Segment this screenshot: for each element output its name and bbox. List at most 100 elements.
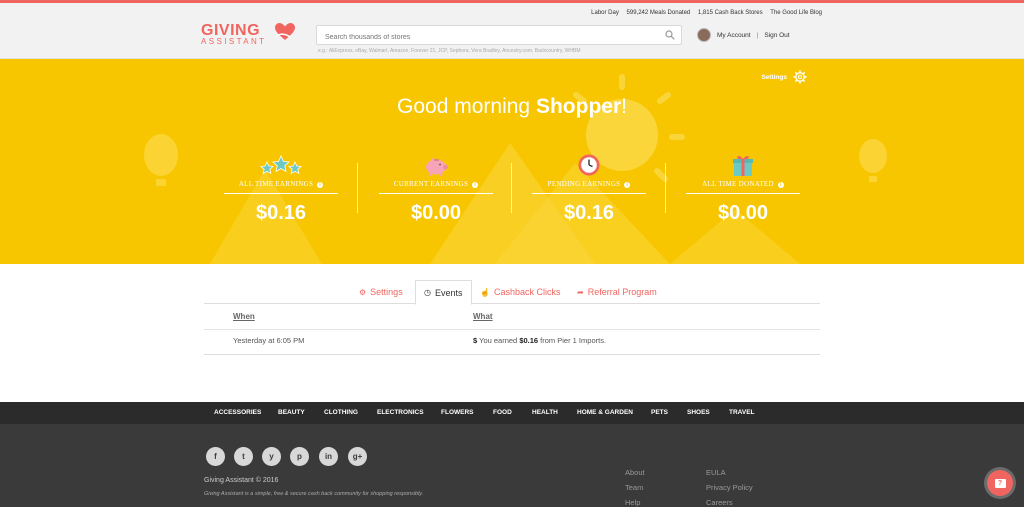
- tagline: Giving Assistant is a simple, free & sec…: [204, 491, 424, 497]
- dashboard-hero: Settings Good morning Shopper! ALL TIME …: [0, 59, 1024, 264]
- copyright: Giving Assistant © 2016: [204, 477, 279, 484]
- tab-settings[interactable]: ⚙ Settings: [359, 280, 403, 304]
- gear-icon: ⚙: [359, 287, 367, 297]
- tab-label: Referral Program: [587, 287, 657, 297]
- footer-link-help[interactable]: Help: [625, 498, 640, 507]
- category-electronics[interactable]: ELECTRONICS: [377, 409, 424, 416]
- linkedin-icon[interactable]: in: [319, 447, 338, 466]
- greeting-title: Good morning Shopper!: [0, 95, 1024, 119]
- hero-settings-label: Settings: [761, 73, 787, 81]
- tab-label: Events: [434, 287, 463, 298]
- footer-link-careers[interactable]: Careers: [706, 498, 733, 507]
- category-flowers[interactable]: FLOWERS: [441, 409, 474, 416]
- heart-icon: [275, 23, 295, 40]
- youtube-icon[interactable]: y: [262, 447, 281, 466]
- event-what-suffix: from Pier 1 Imports.: [538, 336, 607, 345]
- event-what-prefix: You earned: [479, 336, 520, 345]
- info-icon[interactable]: i: [317, 182, 324, 188]
- event-amount: $0.16: [519, 336, 539, 345]
- category-accessories[interactable]: ACCESSORIES: [214, 409, 261, 416]
- site-header: GIVING ASSISTANT Labor Day 599,242 Meals…: [0, 3, 1024, 59]
- greeting-name: Shopper: [535, 95, 622, 118]
- category-health[interactable]: HEALTH: [532, 409, 558, 416]
- stat-label: ALL TIME EARNINGS: [238, 180, 314, 188]
- help-icon: ?: [994, 478, 1006, 488]
- top-link-blog[interactable]: The Good Life Blog: [770, 10, 822, 16]
- dollar-icon: $: [473, 336, 478, 345]
- avatar[interactable]: [697, 28, 711, 42]
- info-icon[interactable]: i: [777, 182, 784, 188]
- event-what: $ You earned $0.16 from Pier 1 Imports.: [473, 336, 606, 345]
- events-bottom-divider: [204, 354, 820, 355]
- twitter-icon[interactable]: t: [234, 447, 253, 466]
- google-plus-icon[interactable]: g+: [348, 447, 367, 466]
- account-separator: |: [756, 31, 759, 39]
- clock-icon: ◷: [424, 288, 431, 297]
- footer-link-privacy-policy[interactable]: Privacy Policy: [706, 483, 753, 492]
- gear-icon: [793, 70, 807, 84]
- my-account-link[interactable]: My Account: [717, 32, 751, 39]
- stat-value: $0.16: [255, 202, 307, 224]
- stat-divider: [511, 163, 512, 213]
- account-tabs: ⚙ Settings ◷ Events ☝ Cashback Clicks ➦ …: [204, 280, 820, 305]
- info-icon[interactable]: i: [472, 182, 479, 188]
- store-search: [316, 25, 682, 47]
- greeting-suffix: !: [621, 95, 627, 118]
- stat-label: ALL TIME DONATED: [702, 180, 774, 188]
- share-icon: ➦: [577, 287, 584, 297]
- stat-divider: [665, 163, 666, 213]
- greeting-prefix: Good morning: [397, 95, 536, 118]
- tab-events[interactable]: ◷ Events: [415, 280, 472, 305]
- piggy-bank-icon: [426, 157, 448, 176]
- help-chat-button[interactable]: ?: [987, 470, 1013, 496]
- category-beauty[interactable]: BEAUTY: [278, 409, 305, 416]
- tab-cashback-clicks[interactable]: ☝ Cashback Clicks: [480, 280, 561, 304]
- stars-icon: [260, 155, 302, 175]
- category-pets[interactable]: PETS: [651, 409, 668, 416]
- events-col-what[interactable]: What: [473, 312, 493, 321]
- stat-all-time-donated: ALL TIME DONATED i $0.00: [686, 149, 800, 225]
- events-col-when[interactable]: When: [233, 312, 255, 321]
- stat-value: $0.16: [563, 202, 615, 224]
- search-hint: e.g.: AliExpress, eBay, Walmart, Amazon,…: [318, 48, 581, 54]
- hero-settings-link[interactable]: Settings: [761, 70, 807, 84]
- category-food[interactable]: FOOD: [493, 409, 512, 416]
- category-clothing[interactable]: CLOTHING: [324, 409, 358, 416]
- stat-label: CURRENT EARNINGS: [393, 180, 469, 188]
- category-nav: ACCESSORIES BEAUTY CLOTHING ELECTRONICS …: [0, 402, 1024, 424]
- top-links: Labor Day 599,242 Meals Donated 1,815 Ca…: [585, 10, 822, 16]
- tab-referral-program[interactable]: ➦ Referral Program: [577, 280, 657, 304]
- footer-link-about[interactable]: About: [625, 468, 645, 477]
- logo-text-assistant: ASSISTANT: [201, 37, 267, 46]
- account-area: My Account | Sign Out: [697, 28, 790, 42]
- footer-link-eula[interactable]: EULA: [706, 468, 726, 477]
- top-link-cash-back-stores[interactable]: 1,815 Cash Back Stores: [698, 10, 763, 16]
- stat-pending-earnings: PENDING EARNINGS i $0.16: [532, 149, 646, 225]
- stat-all-time-earnings: ALL TIME EARNINGS i $0.16: [224, 149, 338, 225]
- site-footer: f t y p in g+ Giving Assistant © 2016 Gi…: [0, 424, 1024, 507]
- info-icon[interactable]: i: [624, 182, 631, 188]
- footer-link-team[interactable]: Team: [625, 483, 643, 492]
- hero-background-illustration: [144, 74, 887, 264]
- giving-assistant-logo[interactable]: GIVING ASSISTANT: [201, 22, 295, 46]
- sign-out-link[interactable]: Sign Out: [764, 32, 789, 39]
- top-link-labor-day[interactable]: Labor Day: [591, 10, 619, 16]
- stat-value: $0.00: [717, 202, 769, 224]
- category-home-garden[interactable]: HOME & GARDEN: [577, 409, 633, 416]
- pinterest-icon[interactable]: p: [290, 447, 309, 466]
- stat-divider: [357, 163, 358, 213]
- tab-label: Settings: [370, 287, 403, 297]
- stat-value: $0.00: [410, 202, 462, 224]
- hand-pointer-icon: ☝: [480, 287, 490, 297]
- top-link-meals-donated[interactable]: 599,242 Meals Donated: [627, 10, 691, 16]
- logo-text-giving: GIVING: [201, 22, 261, 39]
- clock-icon: [578, 154, 600, 176]
- facebook-icon[interactable]: f: [206, 447, 225, 466]
- search-input[interactable]: [317, 28, 647, 47]
- category-travel[interactable]: TRAVEL: [729, 409, 755, 416]
- gift-icon: [733, 155, 753, 176]
- events-header-divider: [204, 329, 820, 330]
- stat-current-earnings: CURRENT EARNINGS i $0.00: [379, 149, 493, 225]
- search-icon[interactable]: [665, 30, 675, 40]
- category-shoes[interactable]: SHOES: [687, 409, 710, 416]
